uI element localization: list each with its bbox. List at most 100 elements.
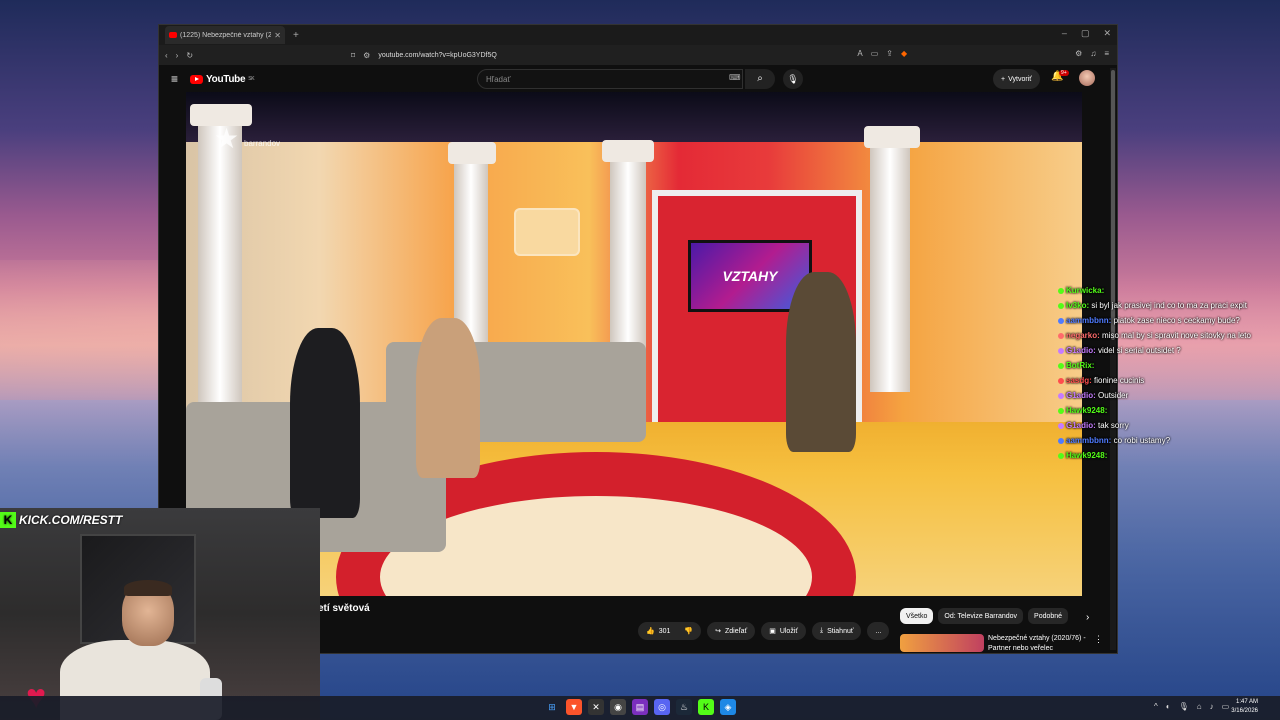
- back-icon[interactable]: ‹: [165, 51, 168, 60]
- share-button[interactable]: ↪ Zdieľať: [707, 622, 756, 640]
- youtube-header: ≡ YouTube SK Hľadať ⌨ ⌕ 🎙 + Vytvoriť 🔔 9…: [159, 65, 1117, 93]
- streamer-hair: [124, 580, 172, 596]
- media-icon[interactable]: ♫: [1090, 49, 1096, 58]
- save-icon: ▣: [769, 628, 776, 635]
- network-icon[interactable]: ⌂: [1197, 702, 1202, 711]
- translate-icon[interactable]: A: [857, 49, 862, 58]
- chat-text: tak sorry: [1098, 421, 1129, 430]
- youtube-logo-text: YouTube: [206, 73, 246, 85]
- kick-app-icon[interactable]: K: [698, 699, 714, 715]
- system-tray: ^ ◐ 🎙 ⌂ ♪ ▭: [1154, 702, 1229, 711]
- chat-message: Iv3ko: si byl jak prasivej ind co to ma …: [1058, 301, 1258, 311]
- video-player[interactable]: VZTAHY ★ barrandov: [186, 92, 1082, 596]
- chat-badge-icon: [1058, 287, 1064, 294]
- video-title: etí světová: [318, 603, 370, 614]
- search-input[interactable]: Hľadať: [477, 69, 743, 89]
- share-icon: ↪: [715, 628, 721, 635]
- video-actions: 👍 301 👎 ↪ Zdieľať ▣ Uložiť ⤓ Stiahnuť ..…: [638, 622, 890, 640]
- maximize-icon[interactable]: ▢: [1081, 28, 1090, 39]
- avatar[interactable]: [1079, 70, 1095, 86]
- youtube-favicon-icon: [169, 32, 177, 38]
- save-button[interactable]: ▣ Uložiť: [761, 622, 806, 640]
- browser-toolbar: ‹ › ↻ ⌑ ⚙ youtube.com/watch?v=kpUoG3YDf5…: [159, 45, 1117, 65]
- barrandov-logo-icon: ★: [214, 123, 240, 154]
- chat-text: si byl jak prasivej ind co to ma za prac…: [1091, 301, 1247, 310]
- tray-chevron-icon[interactable]: ^: [1154, 702, 1158, 711]
- stream-chat-overlay: Kurwicka: Iv3ko: si byl jak prasivej ind…: [1058, 286, 1258, 466]
- chat-username: G1adio:: [1066, 391, 1096, 400]
- menu-icon[interactable]: ≡: [1104, 49, 1109, 58]
- chat-username: aammbbnn:: [1066, 316, 1112, 325]
- minimize-icon[interactable]: –: [1062, 28, 1067, 39]
- keyboard-icon[interactable]: ⌨: [729, 73, 741, 82]
- chat-message: Hawk9248:: [1058, 406, 1258, 416]
- extensions-icon[interactable]: ⚙: [1075, 49, 1082, 58]
- volume-icon[interactable]: ♪: [1210, 702, 1214, 711]
- tab-bar: (1225) Nebezpečné vztahy (2... ✕ + – ▢ ✕: [159, 25, 1117, 45]
- guest-woman: [416, 318, 480, 478]
- recommended-title[interactable]: Nebezpečné vztahy (2020/76) - Partner ne…: [988, 634, 1092, 654]
- mic-tray-icon[interactable]: 🎙: [1179, 702, 1189, 711]
- windows-start-icon[interactable]: ⊞: [544, 699, 560, 715]
- thumbs-down-icon[interactable]: 👎: [684, 627, 693, 635]
- mic-icon[interactable]: 🎙: [783, 69, 803, 89]
- chat-badge-icon: [1058, 317, 1064, 324]
- new-tab-icon[interactable]: +: [293, 30, 299, 41]
- cast-icon[interactable]: ▭: [871, 49, 879, 58]
- share-page-icon[interactable]: ⇪: [886, 49, 893, 58]
- clock[interactable]: 1:47 AM 3/16/2026: [1228, 698, 1258, 716]
- kick-logo-icon: K: [0, 512, 16, 528]
- obs-icon[interactable]: ◉: [610, 699, 626, 715]
- forward-icon[interactable]: ›: [176, 51, 179, 60]
- search-button[interactable]: ⌕: [745, 69, 775, 89]
- chat-username: G1adio:: [1066, 421, 1096, 430]
- chat-message: negarko: miso mal by si spravit nove sit…: [1058, 331, 1258, 341]
- download-button[interactable]: ⤓ Stiahnuť: [812, 622, 862, 640]
- tray-app-icon[interactable]: ◐: [1166, 702, 1171, 711]
- kebab-menu-icon[interactable]: ⋮: [1094, 634, 1103, 645]
- like-button[interactable]: 👍 301 👎: [638, 622, 702, 640]
- chat-username: G1adio:: [1066, 346, 1096, 355]
- youtube-logo[interactable]: YouTube SK: [190, 73, 255, 85]
- tab-youtube[interactable]: (1225) Nebezpečné vztahy (2... ✕: [165, 26, 285, 44]
- share-label: Zdieľať: [725, 627, 748, 635]
- recommended-thumbnail[interactable]: [900, 634, 984, 652]
- notification-badge: 9+: [1059, 70, 1069, 76]
- close-tab-icon[interactable]: ✕: [274, 31, 281, 40]
- hamburger-menu-icon[interactable]: ≡: [171, 72, 178, 86]
- chip-all[interactable]: Všetko: [900, 608, 934, 624]
- channel-logo-text: barrandov: [244, 139, 281, 148]
- brave-icon[interactable]: ▼: [566, 699, 582, 715]
- kick-banner: K KICK.COM/RESTT: [0, 510, 122, 530]
- create-button[interactable]: + Vytvoriť: [993, 69, 1040, 89]
- pillar: [870, 142, 910, 392]
- chat-badge-icon: [1058, 407, 1064, 414]
- discord-icon[interactable]: ◎: [654, 699, 670, 715]
- site-info-icon[interactable]: ⚙: [363, 51, 370, 60]
- host: [786, 272, 856, 452]
- tab-title: (1225) Nebezpečné vztahy (2...: [180, 31, 272, 39]
- create-label: Vytvoriť: [1008, 75, 1032, 83]
- bookmark-icon[interactable]: ⌑: [351, 51, 355, 60]
- chat-badge-icon: [1058, 377, 1064, 384]
- chat-username: negarko:: [1066, 331, 1100, 340]
- chat-badge-icon: [1058, 302, 1064, 309]
- steam-icon[interactable]: ♨: [676, 699, 692, 715]
- reload-icon[interactable]: ↻: [186, 51, 193, 60]
- close-window-icon[interactable]: ✕: [1103, 28, 1111, 39]
- pillar-capital: [864, 126, 920, 148]
- chevron-right-icon[interactable]: ›: [1086, 612, 1089, 623]
- more-actions-button[interactable]: ...: [867, 622, 890, 640]
- chip-from-channel[interactable]: Od: Televize Barrandov: [938, 608, 1024, 624]
- twitch-icon[interactable]: ▤: [632, 699, 648, 715]
- xbox-icon[interactable]: ✕: [588, 699, 604, 715]
- chat-username: Hawk9248:: [1066, 406, 1108, 415]
- chip-related[interactable]: Podobné: [1028, 608, 1069, 624]
- plus-icon: +: [1001, 75, 1006, 83]
- address-bar[interactable]: youtube.com/watch?v=kpUoG3YDf5Q: [378, 52, 496, 59]
- brave-shield-icon[interactable]: ◆: [901, 49, 907, 58]
- chat-text: piatok zase nieco s ceckamy bude?: [1113, 316, 1240, 325]
- app-icon[interactable]: ◈: [720, 699, 736, 715]
- chat-text: Outsider: [1098, 391, 1129, 400]
- save-label: Uložiť: [779, 627, 798, 635]
